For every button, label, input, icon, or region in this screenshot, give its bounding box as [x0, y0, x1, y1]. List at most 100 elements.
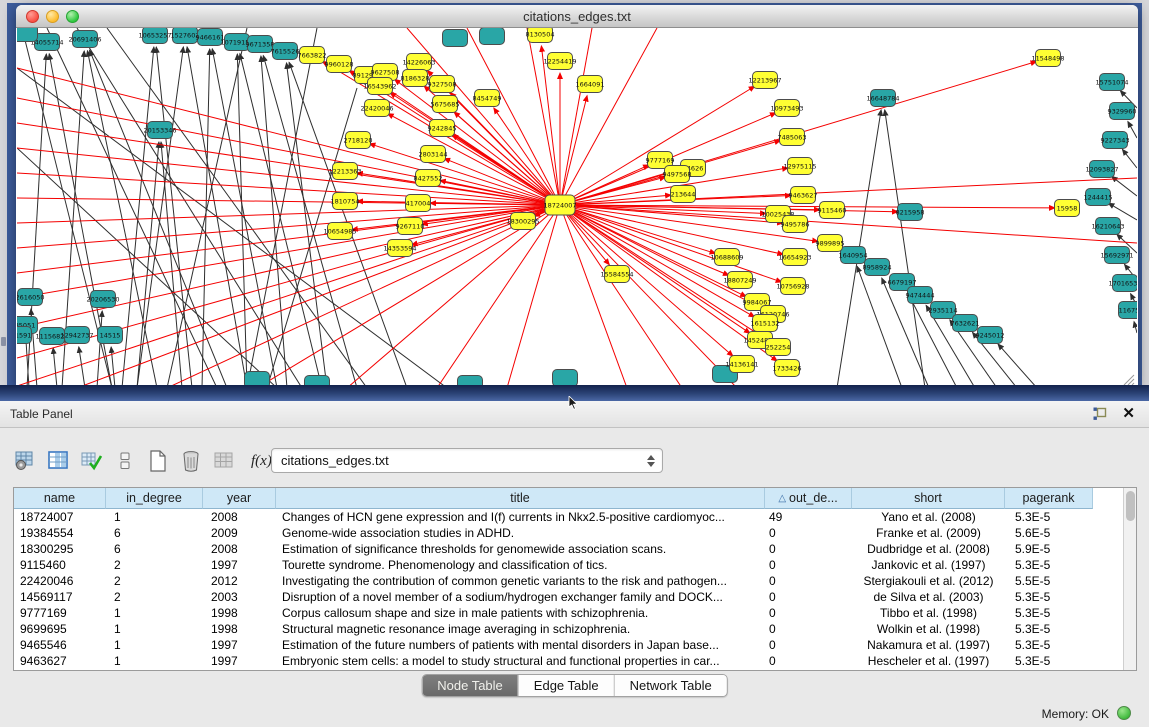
graph-node-label: 10688609 [710, 253, 743, 261]
column-header-short[interactable]: short [852, 488, 1005, 509]
select-all-button[interactable] [80, 449, 104, 473]
network-window-titlebar[interactable]: citations_edges.txt [16, 5, 1138, 28]
graph-edge[interactable] [53, 348, 57, 388]
graph-edge[interactable] [137, 142, 159, 388]
window-resize-grip[interactable] [1121, 372, 1135, 386]
graph-node-label: 12975115 [783, 162, 816, 170]
table-row[interactable]: 946362711997Embryonic stem cells: a mode… [14, 653, 1136, 669]
cell-short: Jankovic et al. (1997) [852, 557, 1005, 573]
delete-column-button[interactable] [179, 449, 203, 473]
cell-pagerank: 5.3E-5 [1005, 589, 1093, 605]
graph-node[interactable] [443, 30, 468, 47]
table-row[interactable]: 1938455462009Genome-wide association stu… [14, 525, 1136, 541]
panel-collapse-handle[interactable] [1, 337, 6, 346]
table-row[interactable]: 1456911722003Disruption of a novel membe… [14, 589, 1136, 605]
table-row[interactable]: 911546021997Tourette syndrome. Phenomeno… [14, 557, 1136, 573]
cell-name: 22420046 [14, 573, 106, 589]
tab-node-table[interactable]: Node Table [422, 675, 518, 696]
cell-pagerank: 5.6E-5 [1005, 525, 1093, 541]
table-row[interactable]: 946554611997Estimation of the future num… [14, 637, 1136, 653]
graph-node-label: 8958924 [863, 263, 892, 271]
memory-status-label: Memory: OK [1042, 707, 1109, 721]
column-header-name[interactable]: name [14, 488, 106, 509]
table-vertical-scrollbar[interactable] [1123, 488, 1136, 670]
graph-edge[interactable] [17, 123, 560, 205]
graph-edge[interactable] [1134, 322, 1137, 333]
graph-edge[interactable] [560, 205, 682, 388]
graph-node-label: 15584554 [600, 270, 633, 278]
cell-year: 2008 [203, 541, 276, 557]
cell-out_de: 0 [765, 621, 852, 637]
column-header-in_degree[interactable]: in_degree [106, 488, 203, 509]
graph-edge[interactable] [560, 205, 750, 333]
graph-edge[interactable] [167, 205, 560, 388]
table-row[interactable]: 1872400712008Changes of HCN gene express… [14, 509, 1136, 525]
float-panel-icon[interactable] [1093, 407, 1107, 421]
graph-edge[interactable] [347, 205, 560, 388]
table-mode-button[interactable] [14, 449, 38, 473]
tab-network-table[interactable]: Network Table [614, 675, 727, 696]
graph-node-label: 252254 [766, 343, 791, 351]
scrollbar-thumb[interactable] [1126, 491, 1135, 521]
graph-node[interactable] [17, 28, 38, 42]
table-row[interactable]: 969969511998Structural magnetic resonanc… [14, 621, 1136, 637]
graph-edge[interactable] [885, 110, 925, 388]
table-type-tabs: Node Table Edge Table Network Table [421, 674, 728, 697]
graph-edge[interactable] [560, 205, 729, 275]
cell-out_de: 0 [765, 573, 852, 589]
cell-in_degree: 2 [106, 589, 203, 605]
graph-edge[interactable] [560, 205, 782, 282]
graph-node-label: 10973493 [770, 104, 803, 112]
table-row[interactable]: 977716911998Corpus callosum shape and si… [14, 605, 1136, 621]
graph-edge[interactable] [560, 205, 627, 388]
cell-name: 9115460 [14, 557, 106, 573]
selection-mode-button[interactable] [113, 449, 137, 473]
column-header-pagerank[interactable]: pagerank [1005, 488, 1093, 509]
cell-in_degree: 2 [106, 557, 203, 573]
sort-ascending-icon: △ [778, 489, 786, 509]
function-builder-button[interactable]: f(x) [251, 453, 272, 470]
table-panel-title: Table Panel [10, 407, 73, 421]
graph-edge[interactable] [560, 86, 755, 205]
graph-node-label: 9327508 [428, 80, 457, 88]
graph-edge[interactable] [1122, 149, 1137, 168]
graph-edge[interactable] [467, 28, 560, 205]
cell-name: 14569117 [14, 589, 106, 605]
column-header-year[interactable]: year [203, 488, 276, 509]
close-panel-icon[interactable]: ✕ [1122, 404, 1135, 422]
show-columns-button[interactable] [47, 449, 71, 473]
graph-node[interactable] [480, 28, 505, 45]
graph-edge[interactable] [560, 96, 587, 205]
graph-edge[interactable] [560, 28, 657, 205]
network-window[interactable]: citations_edges.txt 18724007140557142069… [16, 5, 1138, 388]
tab-edge-table[interactable]: Edge Table [518, 675, 614, 696]
graph-node-label: 9267110 [396, 222, 425, 230]
create-column-button[interactable] [146, 449, 170, 473]
graph-edge[interactable] [17, 205, 560, 273]
citation-network-graph[interactable]: 1872400714055714206914061065325715276029… [17, 28, 1137, 388]
graph-node-label: 2803144 [419, 150, 448, 158]
memory-status-icon[interactable] [1117, 706, 1131, 720]
column-header-out_de[interactable]: △out_de... [765, 488, 852, 509]
graph-edge[interactable] [17, 205, 560, 298]
graph-node-label: 9899895 [816, 239, 845, 247]
column-header-title[interactable]: title [276, 488, 765, 509]
graph-node-label: 7615526 [271, 47, 300, 55]
graph-edge[interactable] [79, 347, 85, 388]
graph-node-label: 9777169 [646, 156, 675, 164]
graph-node-label: 16543962 [363, 82, 396, 90]
graph-edge[interactable] [17, 148, 560, 205]
graph-edge[interactable] [17, 205, 560, 223]
table-row[interactable]: 1830029562008Estimation of significance … [14, 541, 1136, 557]
table-selector-dropdown[interactable]: citations_edges.txt [271, 448, 663, 473]
cell-short: Tibbo et al. (1998) [852, 605, 1005, 621]
cell-year: 2008 [203, 509, 276, 525]
table-row[interactable]: 2242004622012Investigating the contribut… [14, 573, 1136, 589]
network-canvas[interactable]: 1872400714055714206914061065325715276029… [17, 28, 1137, 388]
graph-edge[interactable] [998, 344, 1037, 388]
graph-node[interactable] [553, 370, 578, 387]
import-table-button[interactable] [212, 449, 236, 473]
network-desktop: citations_edges.txt 18724007140557142069… [0, 0, 1149, 401]
graph-edge[interactable] [437, 205, 560, 388]
cell-short: Wolkin et al. (1998) [852, 621, 1005, 637]
